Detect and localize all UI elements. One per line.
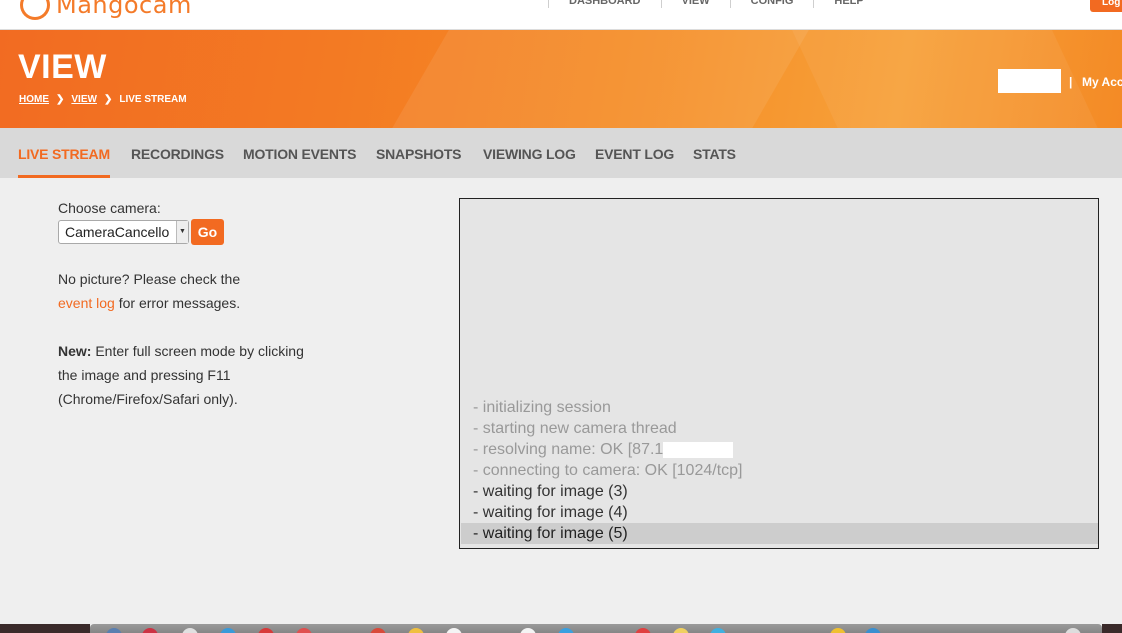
fullscreen-tip: New: Enter full screen mode by clicking … (58, 339, 318, 411)
breadcrumb-view[interactable]: VIEW (71, 94, 97, 105)
live-stream-viewer[interactable]: - initializing session - starting new ca… (459, 198, 1099, 549)
help-text: No picture? Please check the (58, 271, 241, 287)
nav-dashboard[interactable]: DASHBOARD (548, 0, 661, 8)
tab-stats[interactable]: STATS (693, 128, 736, 178)
mango-logo-icon (20, 0, 50, 20)
app-icon[interactable] (865, 628, 881, 633)
camera-select[interactable]: CameraCancello ▼ (58, 220, 189, 244)
log-line: - connecting to camera: OK [1024/tcp] (473, 462, 743, 479)
log-line: - waiting for image (4) (473, 504, 628, 521)
chevron-right-icon: ❯ (56, 94, 65, 105)
banner-decoration (356, 30, 844, 128)
app-icon[interactable] (258, 628, 274, 633)
no-picture-help: No picture? Please check the event log f… (58, 267, 318, 315)
app-icon[interactable] (182, 628, 198, 633)
dropdown-arrow-icon: ▼ (176, 221, 188, 243)
log-line: - waiting for image (3) (473, 483, 628, 500)
help-text-rest: for error messages. (114, 295, 241, 311)
log-line: - starting new camera thread (473, 420, 677, 437)
choose-camera-label: Choose camera: (58, 200, 161, 216)
event-log-link[interactable]: event log (58, 295, 115, 311)
stream-status-log: - initializing session - starting new ca… (461, 397, 1098, 544)
app-icon[interactable] (142, 628, 158, 633)
account-separator: | (1069, 75, 1073, 89)
sub-tabs: LIVE STREAM RECORDINGS MOTION EVENTS SNA… (0, 128, 1122, 178)
go-button[interactable]: Go (191, 219, 224, 245)
tab-event-log[interactable]: EVENT LOG (595, 128, 674, 178)
top-nav: DASHBOARD VIEW CONFIG HELP (548, 0, 884, 8)
breadcrumb-home[interactable]: HOME (19, 94, 49, 105)
log-line-current: - waiting for image (5) (461, 523, 1098, 544)
tab-viewing-log[interactable]: VIEWING LOG (483, 128, 576, 178)
app-icon[interactable] (558, 628, 574, 633)
app-icon[interactable] (520, 628, 536, 633)
logo-text: Mangocam (56, 0, 192, 19)
app-icon[interactable] (673, 628, 689, 633)
breadcrumb: HOME ❯ VIEW ❯ LIVE STREAM (19, 94, 187, 105)
app-icon[interactable] (635, 628, 651, 633)
camera-select-value: CameraCancello (65, 224, 170, 240)
nav-help[interactable]: HELP (813, 0, 883, 8)
app-icon[interactable] (710, 628, 726, 633)
chevron-right-icon: ❯ (103, 94, 113, 105)
account-name-redacted (998, 69, 1061, 93)
os-dock (90, 624, 1102, 633)
top-bar: Mangocam DASHBOARD VIEW CONFIG HELP Log (0, 0, 1122, 30)
app-icon[interactable] (1065, 628, 1081, 633)
nav-config[interactable]: CONFIG (729, 0, 814, 8)
breadcrumb-current: LIVE STREAM (119, 94, 187, 105)
tab-snapshots[interactable]: SNAPSHOTS (376, 128, 462, 178)
app-icon[interactable] (408, 628, 424, 633)
app-icon[interactable] (106, 628, 122, 633)
my-account-link[interactable]: My Acc (1082, 75, 1122, 89)
page-banner: VIEW HOME ❯ VIEW ❯ LIVE STREAM | My Acc (0, 30, 1122, 128)
app-icon[interactable] (830, 628, 846, 633)
app-icon[interactable] (370, 628, 386, 633)
app-icon[interactable] (446, 628, 462, 633)
tab-live-stream[interactable]: LIVE STREAM (18, 128, 110, 178)
log-line-text: - resolving name: OK [87.1 (473, 441, 664, 458)
nav-view[interactable]: VIEW (660, 0, 730, 8)
desktop-edge (0, 624, 90, 633)
log-line: - initializing session (473, 399, 611, 416)
page-title: VIEW (18, 48, 107, 86)
app-icon[interactable] (296, 628, 312, 633)
desktop-edge (1102, 624, 1122, 633)
fullscreen-tip-text: Enter full screen mode by clicking the i… (58, 343, 304, 407)
new-label: New: (58, 343, 92, 359)
log-line: - resolving name: OK [87.1 (461, 439, 1098, 460)
logout-button[interactable]: Log (1090, 0, 1122, 12)
app-icon[interactable] (220, 628, 236, 633)
ip-redaction (663, 441, 734, 458)
logo[interactable]: Mangocam (20, 0, 192, 22)
tab-motion-events[interactable]: MOTION EVENTS (243, 128, 356, 178)
tab-recordings[interactable]: RECORDINGS (131, 128, 224, 178)
